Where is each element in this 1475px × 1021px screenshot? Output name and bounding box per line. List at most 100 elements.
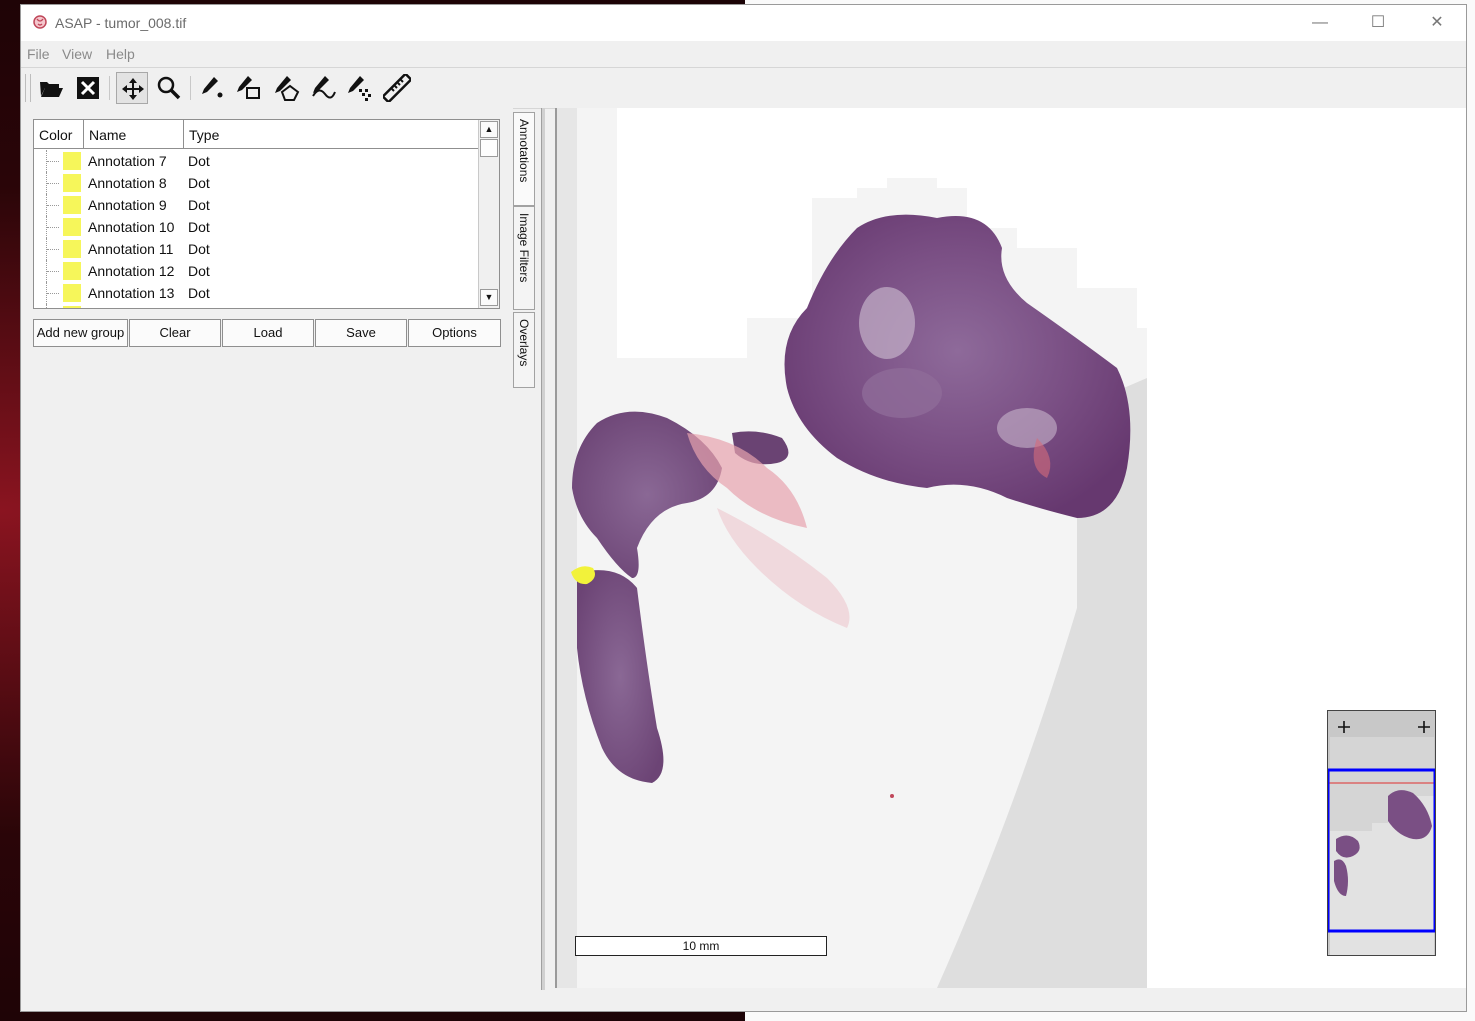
asap-app-icon xyxy=(33,15,47,29)
close-file-button[interactable] xyxy=(72,72,104,104)
tab-annotations[interactable]: Annotations xyxy=(513,112,535,206)
tab-image-filters[interactable]: Image Filters xyxy=(513,206,535,310)
annotation-name: Annotation 12 xyxy=(88,263,175,279)
menu-view[interactable]: View xyxy=(62,46,92,62)
column-header-type[interactable]: Type xyxy=(184,120,478,148)
annotation-type: Dot xyxy=(188,263,210,279)
options-button[interactable]: Options xyxy=(408,319,501,347)
dot-annotation-button[interactable] xyxy=(196,72,228,104)
list-item[interactable]: Annotation 9 Dot xyxy=(34,194,478,216)
scroll-down-arrow-icon[interactable]: ▼ xyxy=(480,289,498,306)
tree-branch-line xyxy=(46,260,63,282)
list-item[interactable]: Annotation 13 Dot xyxy=(34,282,478,304)
tree-branch-line xyxy=(46,238,63,260)
list-item[interactable]: Annotation 11 Dot xyxy=(34,238,478,260)
tab-overlays-label: Overlays xyxy=(517,319,531,367)
panel-splitter[interactable] xyxy=(541,108,545,990)
scroll-up-arrow-icon[interactable]: ▲ xyxy=(480,121,498,138)
minimize-button[interactable]: — xyxy=(1291,5,1349,41)
list-item[interactable]: Annotation 7 Dot xyxy=(34,150,478,172)
maximize-button[interactable]: ☐ xyxy=(1349,5,1407,41)
pan-tool-button[interactable] xyxy=(116,72,148,104)
annotation-type: Dot xyxy=(188,197,210,213)
tree-header: Color Name Type xyxy=(34,120,478,149)
tree-branch-line xyxy=(46,172,63,194)
pen-points-icon xyxy=(348,76,371,101)
asap-window: ASAP - tumor_008.tif — ☐ ✕ File View Hel… xyxy=(20,4,1467,1012)
minimap-thumbnail xyxy=(1328,711,1435,955)
annotation-name: Annotation 11 xyxy=(88,241,174,257)
clear-button[interactable]: Clear xyxy=(129,319,221,347)
annotation-type: Dot xyxy=(188,175,210,191)
pen-spline-icon xyxy=(312,76,336,99)
annotation-type: Dot xyxy=(188,153,210,169)
tab-image-filters-label: Image Filters xyxy=(517,213,531,283)
menu-help[interactable]: Help xyxy=(106,46,135,62)
close-box-icon xyxy=(77,77,99,99)
ruler-icon xyxy=(383,74,411,102)
minimap[interactable] xyxy=(1327,710,1436,956)
annotation-type: Dot xyxy=(188,285,210,301)
color-swatch[interactable] xyxy=(63,306,81,308)
load-button[interactable]: Load xyxy=(222,319,314,347)
list-item[interactable]: Annotation 10 Dot xyxy=(34,216,478,238)
color-swatch[interactable] xyxy=(63,240,81,258)
pen-dot-icon xyxy=(202,77,223,98)
tree-branch-line xyxy=(46,150,63,172)
tab-annotations-label: Annotations xyxy=(517,119,531,183)
spline-annotation-button[interactable] xyxy=(307,72,339,104)
measurement-ruler-button[interactable] xyxy=(381,72,413,104)
color-swatch[interactable] xyxy=(63,262,81,280)
polygon-annotation-button[interactable] xyxy=(270,72,302,104)
toolbar-grip[interactable] xyxy=(25,74,31,102)
slide-viewer[interactable]: 10 mm xyxy=(555,108,1466,988)
color-swatch[interactable] xyxy=(63,218,81,236)
pointset-annotation-button[interactable] xyxy=(344,72,376,104)
annotation-name: Annotation 8 xyxy=(88,175,167,191)
color-swatch[interactable] xyxy=(63,284,81,302)
move-arrows-icon xyxy=(122,78,144,100)
tab-overlays[interactable]: Overlays xyxy=(513,312,535,388)
annotation-name: Annotation 13 xyxy=(88,285,175,301)
rectangle-annotation-button[interactable] xyxy=(233,72,265,104)
close-button[interactable]: ✕ xyxy=(1408,5,1466,41)
tree-branch-line xyxy=(46,194,63,216)
color-swatch[interactable] xyxy=(63,196,81,214)
annotation-name: Annotation 7 xyxy=(88,153,167,169)
scale-bar: 10 mm xyxy=(575,936,827,956)
color-swatch[interactable] xyxy=(63,152,81,170)
annotation-name: Annotation 10 xyxy=(88,219,175,235)
folder-open-icon xyxy=(40,82,63,97)
magnifier-icon xyxy=(157,76,181,100)
annotation-tree[interactable]: Color Name Type Annotation 7 Dot Annotat… xyxy=(33,119,500,309)
column-header-color[interactable]: Color xyxy=(34,120,84,148)
toolbar-separator xyxy=(109,76,110,100)
annotation-type: Dot xyxy=(188,219,210,235)
annotation-type: Dot xyxy=(188,241,210,257)
scrollbar-thumb[interactable] xyxy=(480,139,498,157)
title-bar: ASAP - tumor_008.tif — ☐ ✕ xyxy=(21,5,1466,41)
pen-rectangle-icon xyxy=(237,76,260,99)
tree-branch-line xyxy=(46,304,63,308)
toolbar xyxy=(21,67,1466,109)
annotations-panel: Color Name Type Annotation 7 Dot Annotat… xyxy=(21,108,513,990)
list-item[interactable]: Annotation 12 Dot xyxy=(34,260,478,282)
list-item[interactable] xyxy=(34,304,478,308)
column-header-name[interactable]: Name xyxy=(84,120,184,148)
tree-branch-line xyxy=(46,216,63,238)
tree-branch-line xyxy=(46,282,63,304)
zoom-tool-button[interactable] xyxy=(153,72,185,104)
color-swatch[interactable] xyxy=(63,174,81,192)
list-item[interactable]: Annotation 8 Dot xyxy=(34,172,478,194)
add-new-group-button[interactable]: Add new group xyxy=(33,319,128,347)
tree-scrollbar[interactable]: ▲ ▼ xyxy=(478,120,499,308)
side-tab-bar: Annotations Image Filters Overlays xyxy=(513,108,535,990)
pen-polygon-icon xyxy=(275,76,300,101)
annotation-name: Annotation 9 xyxy=(88,197,167,213)
open-file-button[interactable] xyxy=(35,72,67,104)
window-title: ASAP - tumor_008.tif xyxy=(55,15,187,31)
toolbar-separator xyxy=(190,76,191,100)
menu-bar: File View Help xyxy=(21,41,1466,67)
save-button[interactable]: Save xyxy=(315,319,407,347)
menu-file[interactable]: File xyxy=(27,46,50,62)
